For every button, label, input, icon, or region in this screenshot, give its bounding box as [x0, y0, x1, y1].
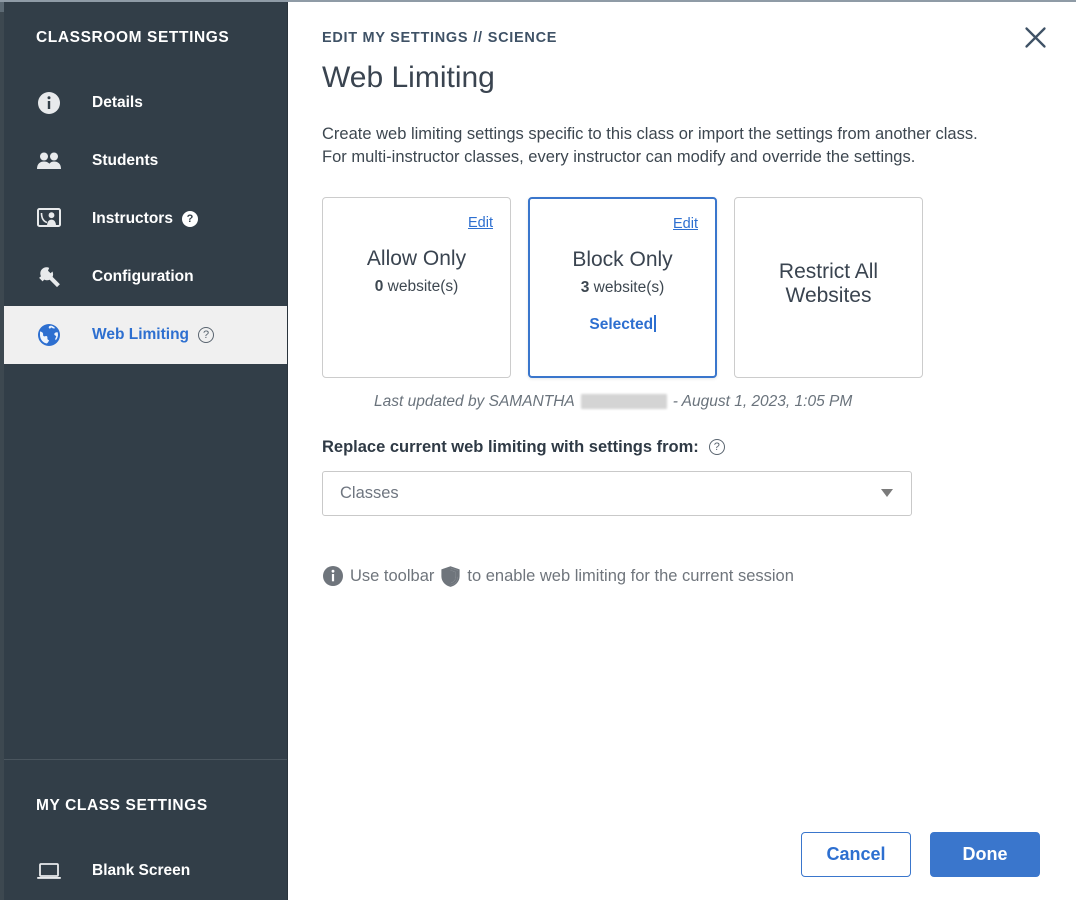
breadcrumb-current[interactable]: SCIENCE [488, 30, 557, 46]
text-caret [654, 315, 656, 333]
sidebar-item-label: Instructors [92, 210, 173, 227]
sidebar-item-configuration[interactable]: Configuration [0, 248, 287, 306]
chevron-down-icon [881, 489, 893, 498]
breadcrumb: EDIT MY SETTINGS // SCIENCE [322, 30, 1040, 46]
sidebar-item-web-limiting[interactable]: Web Limiting ? [0, 306, 287, 364]
main-panel: EDIT MY SETTINGS // SCIENCE Web Limiting C… [288, 2, 1076, 900]
shield-icon [440, 565, 461, 588]
description-line-1: Create web limiting settings specific to… [322, 125, 978, 143]
redacted-name [580, 394, 667, 410]
sidebar-item-label: Blank Screen [92, 862, 191, 879]
card-restrict-all-websites[interactable]: Restrict All Websites [734, 196, 923, 378]
sidebar-item-blank-screen[interactable]: Blank Screen [0, 842, 287, 900]
dialog-footer: Cancel Done [801, 832, 1040, 877]
description-line-2: For multi-instructor classes, every inst… [322, 148, 916, 167]
edit-link-allow-only[interactable]: Edit [468, 215, 493, 231]
classes-select-value: Classes [340, 483, 399, 502]
card-count-suffix: website(s) [383, 278, 459, 296]
card-count-suffix: website(s) [589, 279, 665, 297]
sidebar-item-label: Students [92, 152, 159, 169]
card-title: Restrict All Websites [778, 259, 879, 308]
breadcrumb-separator: // [473, 30, 483, 46]
replace-settings-text: Replace current web limiting with settin… [322, 437, 699, 456]
sidebar-item-details[interactable]: Details [0, 74, 287, 132]
selected-label: Selected [589, 316, 654, 334]
last-updated-suffix: - August 1, 2023, 1:05 PM [672, 392, 853, 410]
sidebar-left-edge [0, 2, 4, 900]
sidebar-item-label: Details [92, 94, 143, 111]
last-updated-text: Last updated by SAMANTHA - August 1, 202… [322, 393, 1040, 411]
hint-prefix: Use toolbar [350, 566, 435, 585]
done-button[interactable]: Done [930, 832, 1040, 877]
info-circle-icon [322, 565, 344, 587]
help-icon[interactable]: ? [181, 211, 198, 227]
card-title: Block Only [572, 247, 673, 271]
sidebar-item-label: Configuration [92, 268, 194, 285]
sidebar-top-section: CLASSROOM SETTINGS Details Students Inst… [0, 2, 287, 364]
sidebar-scroll-thumb[interactable] [0, 2, 4, 12]
card-website-count: 0 website(s) [375, 278, 459, 296]
people-icon [36, 148, 62, 174]
toolbar-hint: Use toolbar to enable web limiting for t… [322, 565, 1040, 588]
card-allow-only[interactable]: Edit Allow Only 0 website(s) [322, 196, 511, 378]
breadcrumb-root[interactable]: EDIT MY SETTINGS [322, 30, 468, 46]
card-website-count: 3 website(s) [581, 279, 665, 297]
sidebar-bottom-section: MY CLASS SETTINGS Blank Screen [0, 760, 287, 900]
web-limiting-mode-cards: Edit Allow Only 0 website(s) Edit Block … [322, 196, 1040, 378]
card-title: Allow Only [366, 246, 467, 270]
instructor-board-icon [36, 206, 62, 232]
sidebar-section-title-my-class: MY CLASS SETTINGS [36, 797, 208, 814]
sidebar: CLASSROOM SETTINGS Details Students Inst… [0, 2, 288, 900]
last-updated-prefix: Last updated by SAMANTHA [374, 392, 575, 410]
laptop-icon [36, 858, 62, 884]
classes-select[interactable]: Classes [322, 470, 912, 516]
sidebar-item-instructors[interactable]: Instructors ? [0, 190, 287, 248]
classroom-settings-dialog: CLASSROOM SETTINGS Details Students Inst… [0, 0, 1076, 900]
page-title: Web Limiting [322, 61, 495, 94]
help-icon[interactable]: ? [198, 327, 215, 343]
replace-settings-label: Replace current web limiting with settin… [322, 438, 1040, 457]
hint-suffix: to enable web limiting for the current s… [467, 566, 794, 585]
cancel-button[interactable]: Cancel [801, 832, 911, 877]
page-description: Create web limiting settings specific to… [322, 123, 1040, 170]
help-icon[interactable]: ? [708, 439, 725, 456]
wrench-icon [36, 264, 62, 290]
close-icon[interactable] [1018, 20, 1052, 54]
edit-link-block-only[interactable]: Edit [673, 216, 698, 232]
sidebar-item-students[interactable]: Students [0, 132, 287, 190]
info-circle-icon [36, 90, 62, 116]
sidebar-section-title-classroom: CLASSROOM SETTINGS [36, 29, 230, 46]
status-badge: Selected [589, 315, 656, 334]
globe-icon [36, 322, 62, 348]
sidebar-item-label: Web Limiting [92, 326, 190, 343]
card-block-only[interactable]: Edit Block Only 3 website(s) Selected [528, 196, 717, 378]
